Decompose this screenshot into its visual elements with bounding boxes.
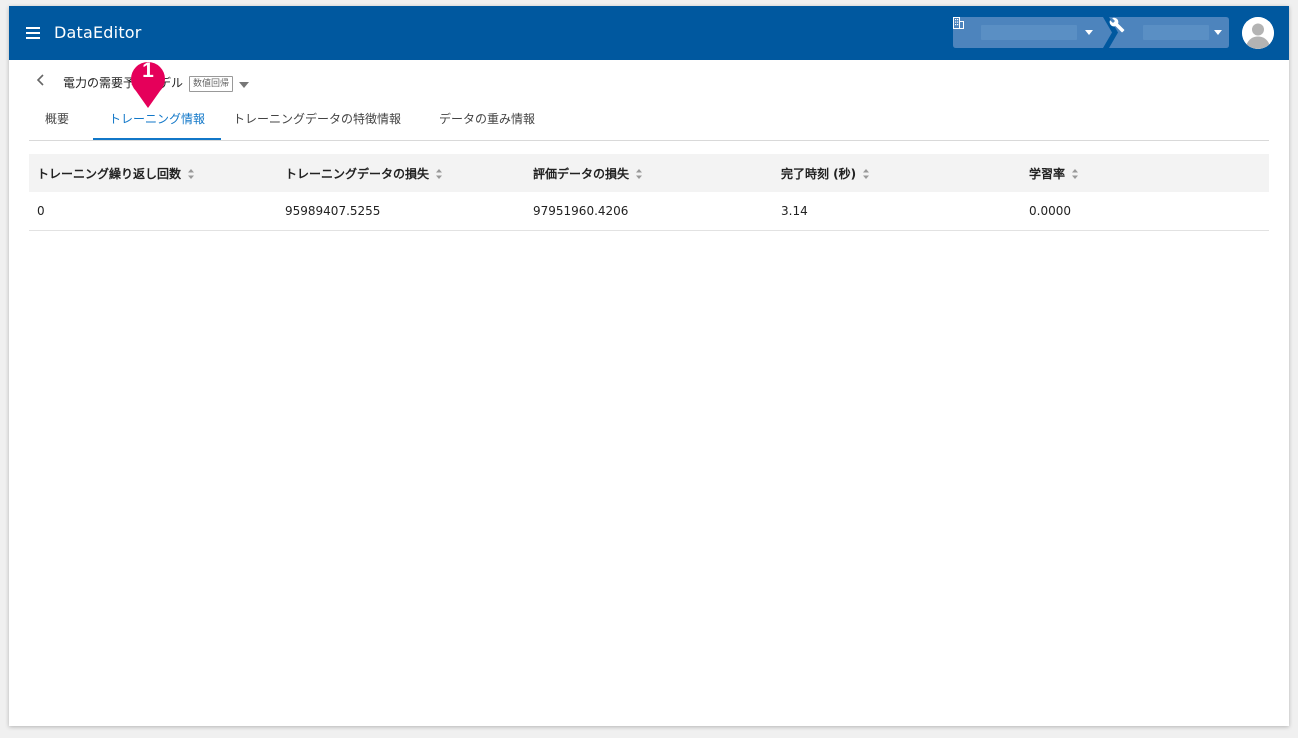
table-cell: 3.14 [773,192,1021,231]
chevron-down-icon [1214,30,1222,35]
org-selector-value [981,25,1077,40]
model-type-badge: 数値回帰 [189,76,234,92]
sort-icon[interactable] [862,168,870,180]
column-header[interactable]: トレーニング繰り返し回数 [29,154,277,192]
breadcrumb: 電力の需要予測モデル 数値回帰 [9,60,1289,100]
chevron-down-icon[interactable] [239,82,249,88]
column-header[interactable]: トレーニングデータの損失 [277,154,525,192]
user-icon [1242,17,1274,49]
organization-selector[interactable] [953,17,1113,48]
tool-selector-value [1143,25,1209,40]
tab-feature-info[interactable]: トレーニングデータの特徴情報 [230,100,404,139]
training-info-table: トレーニング繰り返し回数 トレーニングデータの損失 評価データの損失 完了時刻 … [29,154,1269,231]
sort-icon[interactable] [435,168,443,180]
table-cell: 95989407.5255 [277,192,525,231]
avatar[interactable] [1242,17,1274,49]
back-arrow-icon[interactable] [35,73,47,87]
sort-icon[interactable] [1071,168,1079,180]
tab-training-info[interactable]: トレーニング情報 [93,100,221,140]
table-header-row: トレーニング繰り返し回数 トレーニングデータの損失 評価データの損失 完了時刻 … [29,154,1269,192]
app-title: DataEditor [54,23,142,42]
sort-icon[interactable] [635,168,643,180]
tab-weight-info[interactable]: データの重み情報 [432,100,542,139]
column-header[interactable]: 学習率 [1021,154,1269,192]
chevron-down-icon [1085,30,1093,35]
wrench-icon [1109,17,1125,33]
table-cell: 0.0000 [1021,192,1269,231]
table-row: 0 95989407.5255 97951960.4206 3.14 0.000… [29,192,1269,231]
table-cell: 97951960.4206 [525,192,773,231]
callout-number: 1 [142,59,154,82]
column-header[interactable]: 完了時刻 (秒) [773,154,1021,192]
building-icon [953,17,964,29]
column-header[interactable]: 評価データの損失 [525,154,773,192]
top-bar: DataEditor [9,6,1289,60]
app-window: DataEditor 電力の需要予測モデル 数値回帰 1 概要 トレーニング情報… [9,6,1289,726]
tab-bar: 概要 トレーニング情報 トレーニングデータの特徴情報 データの重み情報 [29,100,1269,141]
hamburger-menu-icon[interactable] [26,27,40,39]
tool-selector[interactable] [1109,17,1229,48]
table-cell: 0 [29,192,277,231]
tab-overview[interactable]: 概要 [36,100,78,139]
sort-icon[interactable] [187,168,195,180]
